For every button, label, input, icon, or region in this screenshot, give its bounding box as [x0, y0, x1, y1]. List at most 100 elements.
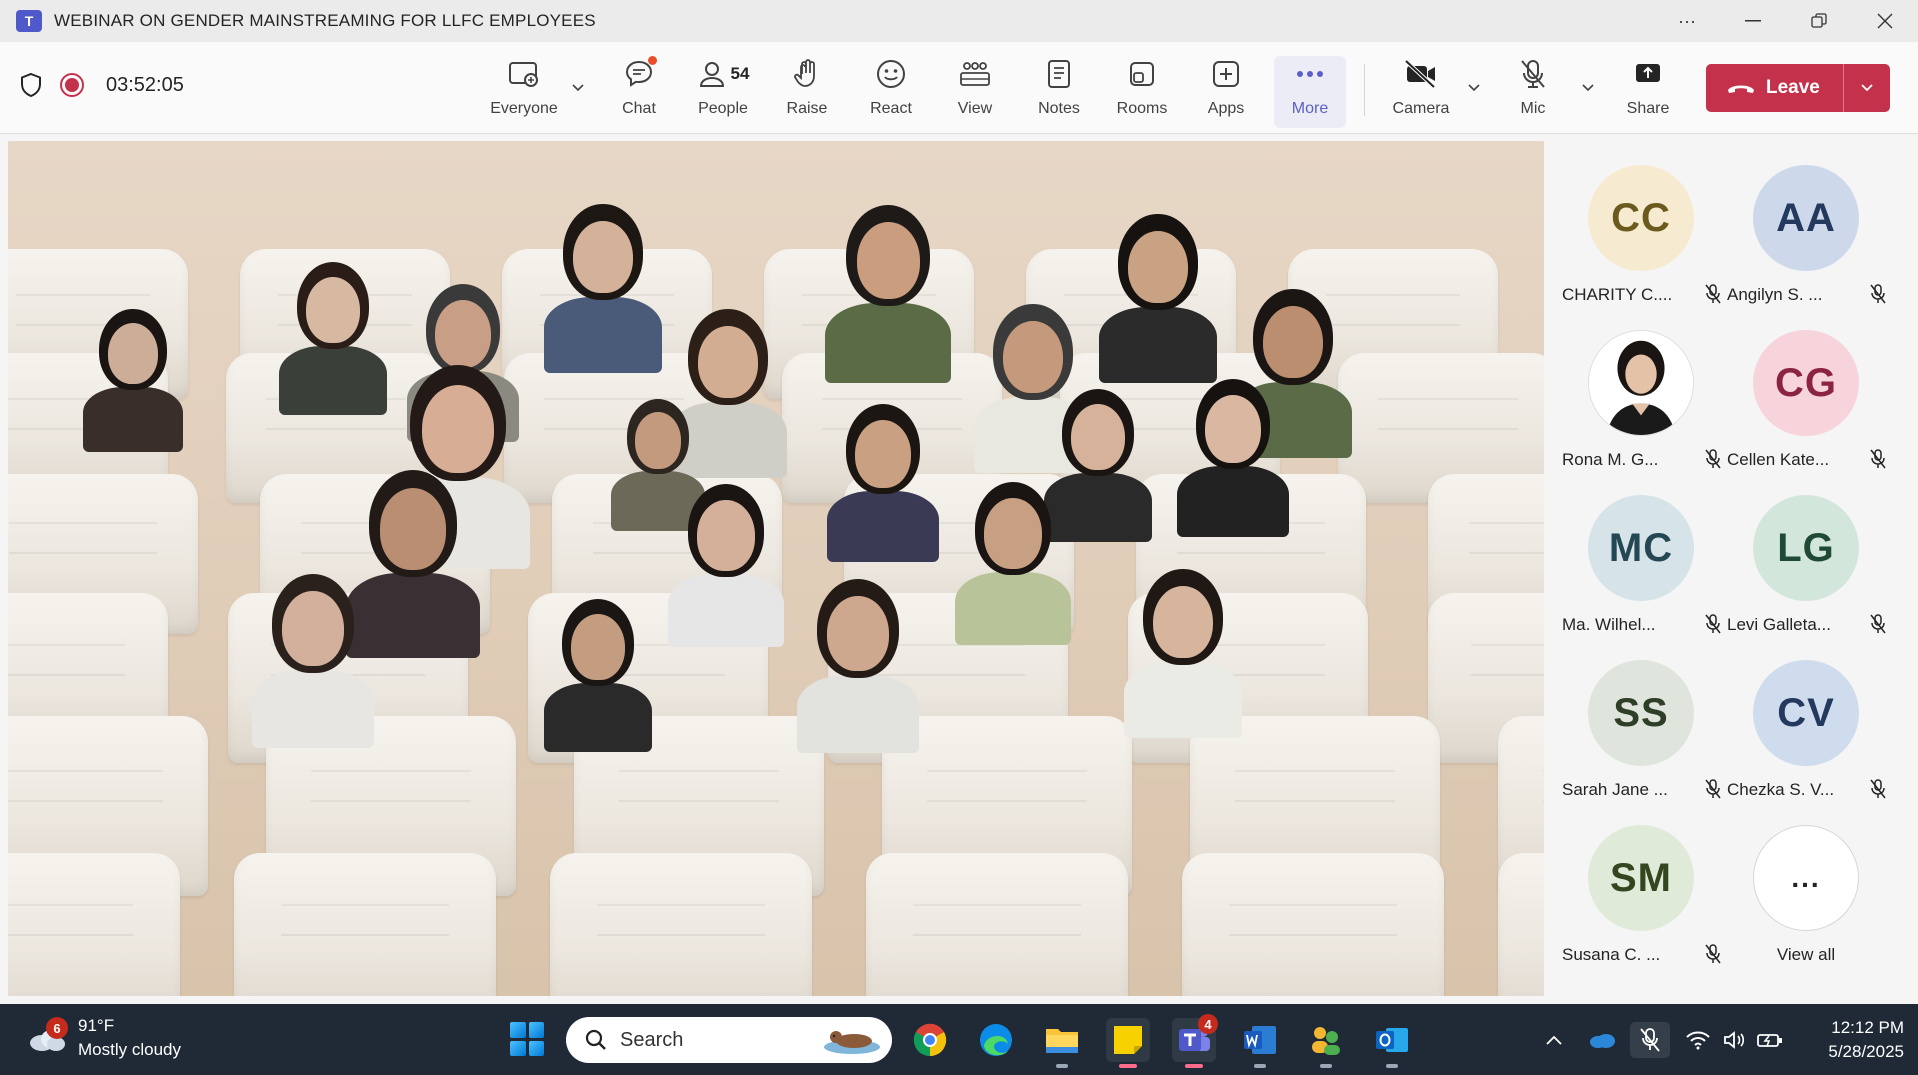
- avatar: LG: [1753, 495, 1859, 601]
- participant-tile[interactable]: CC CHARITY C....: [1558, 141, 1723, 304]
- participant-tile[interactable]: MC Ma. Wilhel...: [1558, 471, 1723, 634]
- taskbar-clock[interactable]: 12:12 PM 5/28/2025: [1784, 1016, 1904, 1064]
- outlook-app-icon[interactable]: [1370, 1018, 1414, 1068]
- notes-label: Notes: [1038, 100, 1080, 117]
- participant-video-figure: [790, 576, 926, 753]
- seat: [8, 853, 180, 996]
- mic-muted-icon: [1869, 779, 1887, 799]
- avatar: SS: [1588, 660, 1694, 766]
- view-all-button[interactable]: ... View all: [1723, 801, 1888, 964]
- mic-label: Mic: [1520, 100, 1546, 117]
- shield-icon: [21, 72, 41, 98]
- participant-name: Levi Galleta...: [1727, 615, 1831, 634]
- add-apps-icon: [1211, 56, 1241, 92]
- seat: [1182, 853, 1444, 996]
- raise-hand-button[interactable]: Raise: [780, 56, 834, 126]
- everyone-button[interactable]: Everyone: [488, 56, 560, 126]
- share-button[interactable]: Share: [1620, 56, 1676, 126]
- mic-muted-icon: [1704, 779, 1722, 799]
- share-label: Share: [1626, 100, 1670, 117]
- leave-options-chevron-icon[interactable]: [1844, 80, 1890, 96]
- meeting-status: 03:52:05: [20, 72, 184, 98]
- avatar: MC: [1588, 495, 1694, 601]
- camera-off-icon: [1404, 56, 1438, 92]
- people-button[interactable]: 54 People: [690, 56, 756, 126]
- participant-video-figure: [537, 201, 669, 373]
- mic-off-icon: [1518, 56, 1548, 92]
- edge-app-icon[interactable]: [974, 1018, 1018, 1062]
- chat-button[interactable]: Chat: [612, 56, 666, 126]
- seat: [550, 853, 812, 996]
- start-icon[interactable]: [510, 1022, 544, 1056]
- taskbar-search[interactable]: Search: [566, 1017, 892, 1063]
- participant-video-figure: [538, 596, 658, 752]
- raise-hand-icon: [792, 56, 822, 92]
- react-button[interactable]: React: [864, 56, 918, 126]
- participant-video-figure: [245, 571, 381, 748]
- restore-icon[interactable]: [1786, 0, 1852, 42]
- toolbar-divider: [1364, 64, 1365, 116]
- smiley-icon: [875, 56, 907, 92]
- microphone-muted-tray-icon[interactable]: [1630, 1022, 1670, 1058]
- meeting-timer: 03:52:05: [106, 73, 184, 96]
- apps-button[interactable]: Apps: [1199, 56, 1253, 126]
- mic-options-chevron-icon[interactable]: [1580, 80, 1596, 96]
- volume-icon[interactable]: [1716, 1022, 1752, 1058]
- everyone-label: Everyone: [490, 100, 558, 117]
- clock-time: 12:12 PM: [1831, 1018, 1904, 1037]
- mic-button[interactable]: Mic: [1508, 56, 1558, 126]
- onedrive-cloud-icon[interactable]: [1584, 1022, 1620, 1058]
- avatar: CV: [1753, 660, 1859, 766]
- together-mode-video: [8, 141, 1544, 996]
- notes-icon: [1045, 56, 1073, 92]
- avatar: AA: [1753, 165, 1859, 271]
- view-label: View: [957, 100, 993, 117]
- more-options-icon[interactable]: ···: [1654, 0, 1720, 42]
- more-label: More: [1291, 100, 1329, 117]
- camera-button[interactable]: Camera: [1390, 56, 1452, 126]
- camera-label: Camera: [1392, 100, 1450, 117]
- file-explorer-app-icon[interactable]: [1040, 1018, 1084, 1068]
- show-hidden-icons-chevron-icon[interactable]: [1536, 1022, 1572, 1058]
- participant-tile[interactable]: LG Levi Galleta...: [1723, 471, 1888, 634]
- participant-tile[interactable]: CG Cellen Kate...: [1723, 306, 1888, 469]
- view-button[interactable]: View: [948, 56, 1002, 126]
- sticky-notes-app-icon[interactable]: [1106, 1018, 1150, 1068]
- raise-label: Raise: [786, 100, 828, 117]
- close-icon[interactable]: [1852, 0, 1918, 42]
- chevron-down-icon[interactable]: [570, 80, 586, 96]
- participant-tile[interactable]: SS Sarah Jane ...: [1558, 636, 1723, 799]
- teams-app-icon[interactable]: 4: [1172, 1014, 1218, 1068]
- participant-video-figure: [1092, 211, 1224, 383]
- participant-video-figure: [949, 479, 1077, 646]
- weather-widget[interactable]: 6 91°F Mostly cloudy: [26, 1014, 181, 1062]
- participant-tile[interactable]: CV Chezka S. V...: [1723, 636, 1888, 799]
- participant-tile[interactable]: AA Angilyn S. ...: [1723, 141, 1888, 304]
- participant-tile[interactable]: SM Susana C. ...: [1558, 801, 1723, 964]
- participant-name: CHARITY C....: [1562, 285, 1673, 304]
- participant-video-figure: [77, 306, 189, 452]
- participant-tile[interactable]: Rona M. G...: [1558, 306, 1723, 469]
- avatar: CG: [1753, 330, 1859, 436]
- people-app-icon[interactable]: [1304, 1018, 1348, 1068]
- battery-charging-icon[interactable]: [1752, 1022, 1788, 1058]
- seat: [866, 853, 1128, 996]
- camera-options-chevron-icon[interactable]: [1466, 80, 1482, 96]
- leave-main[interactable]: Leave: [1706, 64, 1844, 112]
- word-app-icon[interactable]: [1238, 1018, 1282, 1068]
- mic-muted-icon: [1704, 449, 1722, 469]
- wifi-icon[interactable]: [1680, 1022, 1716, 1058]
- notes-button[interactable]: Notes: [1032, 56, 1086, 126]
- chrome-app-icon[interactable]: [908, 1018, 952, 1062]
- mic-muted-icon: [1704, 944, 1722, 964]
- weather-description: Mostly cloudy: [78, 1040, 181, 1059]
- participant-video-figure: [1117, 566, 1249, 738]
- minimize-icon[interactable]: [1720, 0, 1786, 42]
- participant-name: Cellen Kate...: [1727, 450, 1830, 469]
- rooms-button[interactable]: Rooms: [1112, 56, 1172, 126]
- more-button[interactable]: More: [1274, 56, 1346, 128]
- participant-video-figure: [1171, 376, 1295, 538]
- teams-badge: 4: [1198, 1014, 1218, 1034]
- seat: [1498, 853, 1544, 996]
- leave-button[interactable]: Leave: [1706, 64, 1890, 112]
